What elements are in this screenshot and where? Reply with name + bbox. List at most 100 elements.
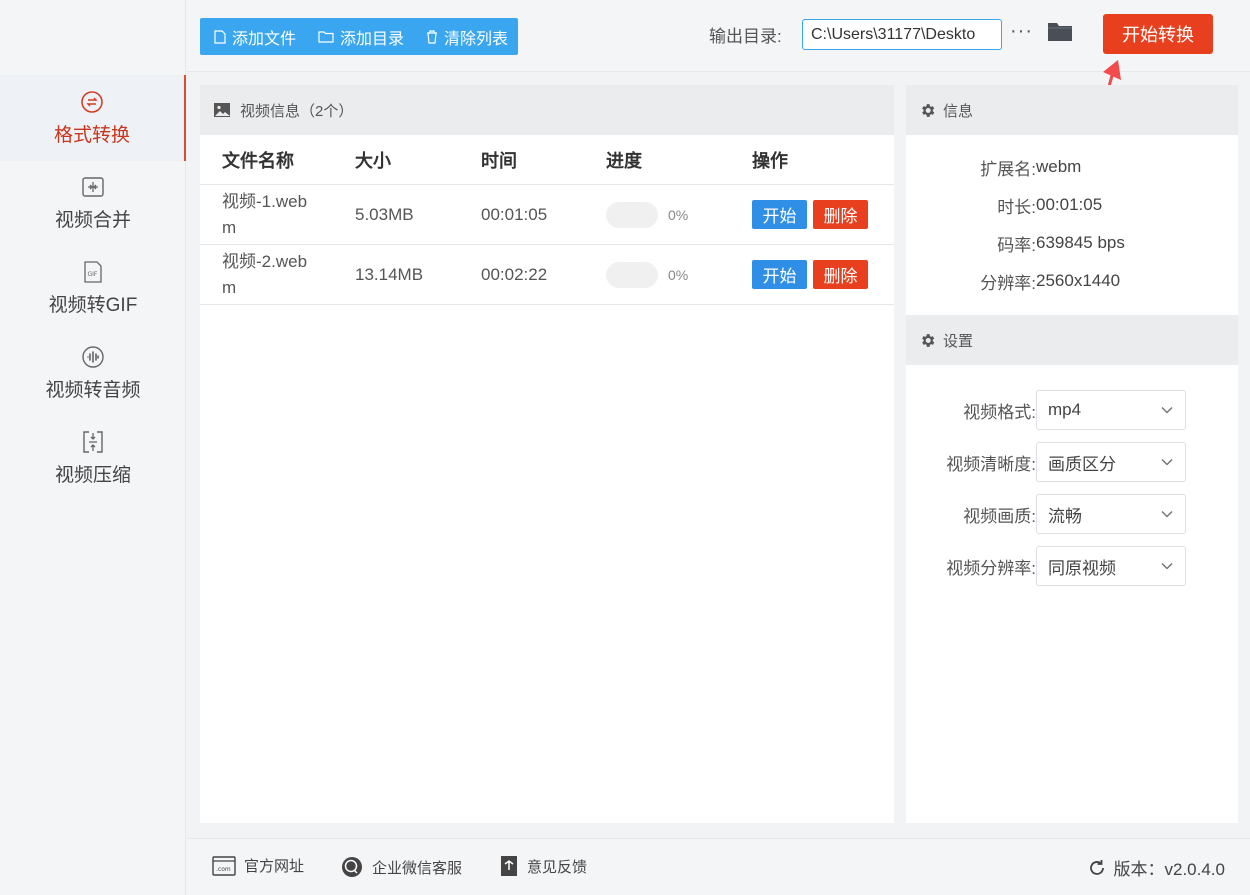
column-header-size: 大小	[355, 150, 391, 171]
svg-text:.com: .com	[216, 866, 231, 873]
video-clarity-select[interactable]: 画质区分	[1036, 442, 1186, 482]
file-button-group: 添加文件 添加目录 清除列表	[200, 18, 519, 55]
official-website-link[interactable]: .com 官方网址	[212, 855, 304, 876]
chevron-down-icon	[1161, 458, 1173, 466]
sidebar-item-label: 视频压缩	[54, 464, 131, 486]
progress-text: 0%	[668, 206, 689, 223]
add-directory-button[interactable]: 添加目录	[318, 25, 404, 49]
select-value: 流畅	[1048, 506, 1082, 526]
sidebar-item-video-gif[interactable]: GIF 视频转GIF	[0, 245, 186, 331]
add-directory-label: 添加目录	[340, 30, 405, 48]
info-row-extension: 扩展名: webm	[906, 148, 1238, 186]
column-header-actions: 操作	[752, 150, 788, 171]
info-value: 00:01:05	[1036, 195, 1103, 214]
info-key: 时长:	[997, 197, 1036, 217]
trash-icon	[427, 29, 438, 44]
feedback-link[interactable]: 意见反馈	[499, 855, 587, 877]
official-website-label: 官方网址	[244, 858, 305, 875]
setting-label: 视频分辨率:	[946, 558, 1036, 578]
convert-icon	[80, 90, 104, 114]
settings-body: 视频格式: mp4 视频清晰度: 画质区分 视频画质: 流畅 视频分辨率: 同原…	[906, 365, 1238, 592]
gear-icon	[922, 103, 935, 117]
column-header-progress: 进度	[606, 150, 642, 171]
wechat-support-link[interactable]: 企业微信客服	[340, 855, 462, 879]
output-dir-input[interactable]	[802, 19, 1002, 50]
file-size-cell: 5.03MB	[355, 204, 414, 224]
setting-label: 视频清晰度:	[946, 454, 1036, 474]
clear-list-button[interactable]: 清除列表	[426, 25, 508, 49]
image-icon	[214, 103, 230, 117]
file-name-cell: 视频-1.webm	[222, 191, 308, 237]
info-body: 扩展名: webm 时长: 00:01:05 码率: 639845 bps 分辨率: 2…	[906, 135, 1238, 315]
sidebar-item-label: 视频合并	[54, 209, 131, 231]
progress-cell: 0%	[606, 261, 752, 288]
sidebar-item-video-merge[interactable]: 视频合并	[0, 160, 186, 246]
version-label: 版本：v2.0.4.0	[1113, 860, 1226, 879]
gear-icon	[922, 333, 935, 347]
gif-icon: GIF	[81, 260, 105, 284]
folder-outline-icon	[318, 31, 334, 43]
video-quality-select[interactable]: 流畅	[1036, 494, 1186, 534]
info-row-resolution: 分辨率: 2560x1440	[906, 262, 1238, 300]
add-file-label: 添加文件	[232, 30, 297, 48]
column-header-time: 时间	[481, 150, 517, 171]
file-list-header: 视频信息（2个）	[200, 85, 894, 135]
sidebar-item-label: 视频转音频	[45, 379, 141, 401]
select-value: mp4	[1048, 400, 1082, 419]
footer: .com 官方网址 企业微信客服 意见反馈 版本：v2.0.4.0	[187, 838, 1250, 895]
setting-label: 视频画质:	[963, 506, 1036, 526]
sidebar-item-video-compress[interactable]: 视频压缩	[0, 415, 186, 501]
info-header: 信息	[906, 85, 1238, 135]
file-icon	[214, 29, 226, 44]
clear-list-label: 清除列表	[444, 30, 509, 48]
file-list-title: 视频信息（2个）	[240, 102, 354, 120]
add-file-button[interactable]: 添加文件	[214, 25, 296, 49]
progress-cell: 0%	[606, 201, 752, 228]
feedback-label: 意见反馈	[527, 858, 588, 876]
chevron-down-icon	[1161, 510, 1173, 518]
video-resolution-select[interactable]: 同原视频	[1036, 546, 1186, 586]
file-duration-cell: 00:01:05	[481, 204, 548, 224]
sidebar-item-format-convert[interactable]: 格式转换	[0, 75, 186, 161]
actions-cell: 开始 删除	[752, 200, 894, 229]
version-info[interactable]: 版本：v2.0.4.0	[1087, 855, 1226, 880]
chevron-down-icon	[1161, 406, 1173, 414]
setting-video-quality: 视频画质: 流畅	[906, 488, 1238, 540]
file-name-cell: 视频-2.webm	[222, 251, 308, 297]
setting-video-clarity: 视频清晰度: 画质区分	[906, 436, 1238, 488]
delete-button[interactable]: 删除	[813, 260, 868, 289]
settings-title: 设置	[943, 332, 974, 350]
info-value: webm	[1036, 157, 1082, 176]
more-options-button[interactable]: ···	[1010, 20, 1033, 43]
progress-text: 0%	[668, 266, 689, 283]
folder-icon[interactable]	[1047, 20, 1073, 47]
audio-icon	[81, 345, 105, 369]
feedback-icon	[501, 856, 517, 876]
start-button[interactable]: 开始	[752, 260, 807, 289]
sidebar: 格式转换 视频合并 GIF 视频转GIF 视频转音频 视频压缩	[0, 0, 186, 895]
progress-bar	[606, 261, 658, 288]
sidebar-item-video-audio[interactable]: 视频转音频	[0, 330, 186, 416]
info-row-bitrate: 码率: 639845 bps	[906, 224, 1238, 262]
delete-button[interactable]: 删除	[813, 200, 868, 229]
sidebar-item-label: 格式转换	[53, 124, 130, 146]
start-convert-button[interactable]: 开始转换	[1103, 14, 1213, 54]
select-value: 同原视频	[1048, 558, 1116, 578]
start-button[interactable]: 开始	[752, 200, 807, 229]
output-dir-label: 输出目录:	[709, 27, 782, 46]
details-panel: 信息 扩展名: webm 时长: 00:01:05 码率: 639845 bps 分辨…	[906, 85, 1238, 823]
info-title: 信息	[943, 102, 974, 120]
table-row: 视频-2.webm 13.14MB 00:02:22 0% 开始 删除	[200, 245, 894, 305]
info-value: 639845 bps	[1036, 233, 1125, 252]
info-value: 2560x1440	[1036, 271, 1121, 290]
column-header-name: 文件名称	[222, 150, 294, 171]
sidebar-item-label: 视频转GIF	[48, 294, 138, 316]
setting-video-format: 视频格式: mp4	[906, 384, 1238, 436]
setting-video-resolution: 视频分辨率: 同原视频	[906, 540, 1238, 592]
info-key: 码率:	[997, 235, 1036, 255]
table-header: 文件名称 大小 时间 进度 操作	[200, 135, 894, 185]
setting-label: 视频格式:	[963, 402, 1036, 422]
video-format-select[interactable]: mp4	[1036, 390, 1186, 430]
settings-header: 设置	[906, 315, 1238, 365]
actions-cell: 开始 删除	[752, 260, 894, 289]
